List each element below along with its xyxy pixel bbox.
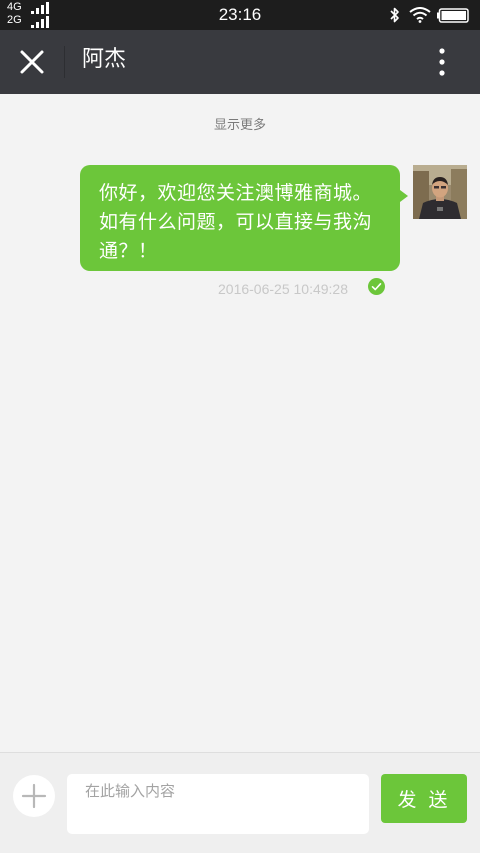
add-attachment-button[interactable] bbox=[13, 775, 55, 817]
message-bubble[interactable]: 你好，欢迎您关注澳博雅商城。 如有什么问题，可以直接与我沟 通？！ bbox=[80, 165, 400, 271]
message-bubble-tail bbox=[400, 190, 408, 202]
message-text-line: 你好，欢迎您关注澳博雅商城。 bbox=[99, 182, 373, 204]
avatar-photo bbox=[413, 165, 467, 219]
close-button[interactable] bbox=[14, 44, 50, 80]
close-icon bbox=[20, 50, 44, 74]
title-bar: 阿杰 bbox=[0, 30, 480, 94]
message-timestamp: 2016-06-25 10:49:28 bbox=[218, 281, 348, 297]
status-bar: 4G 2G 23:16 bbox=[0, 0, 480, 30]
bluetooth-icon bbox=[390, 7, 399, 23]
wifi-icon bbox=[409, 7, 431, 23]
chat-title: 阿杰 bbox=[82, 47, 127, 72]
more-options-button[interactable] bbox=[426, 44, 458, 80]
avatar[interactable] bbox=[413, 165, 467, 219]
show-more-link[interactable]: 显示更多 bbox=[0, 114, 480, 133]
chat-message-area[interactable]: 显示更多 你好，欢迎您关注澳博雅商城。 如有什么问题，可以直接与我沟 通？！ 2… bbox=[0, 94, 480, 752]
more-vertical-icon bbox=[439, 48, 445, 76]
message-text-line: 通？！ bbox=[99, 240, 158, 262]
sent-check-icon bbox=[368, 278, 385, 295]
battery-icon bbox=[437, 8, 469, 23]
message-input[interactable] bbox=[67, 774, 369, 834]
send-button[interactable]: 发 送 bbox=[381, 774, 467, 823]
title-divider bbox=[64, 46, 65, 78]
message-text-line: 如有什么问题，可以直接与我沟 bbox=[99, 211, 373, 233]
plus-icon bbox=[21, 783, 47, 809]
chat-screen: 4G 2G 23:16 阿杰 显示更多 你好，欢迎您关注澳博雅商城。 如有什么问… bbox=[0, 0, 480, 853]
composer-bar: 发 送 bbox=[0, 752, 480, 853]
status-time: 23:16 bbox=[218, 5, 262, 24]
